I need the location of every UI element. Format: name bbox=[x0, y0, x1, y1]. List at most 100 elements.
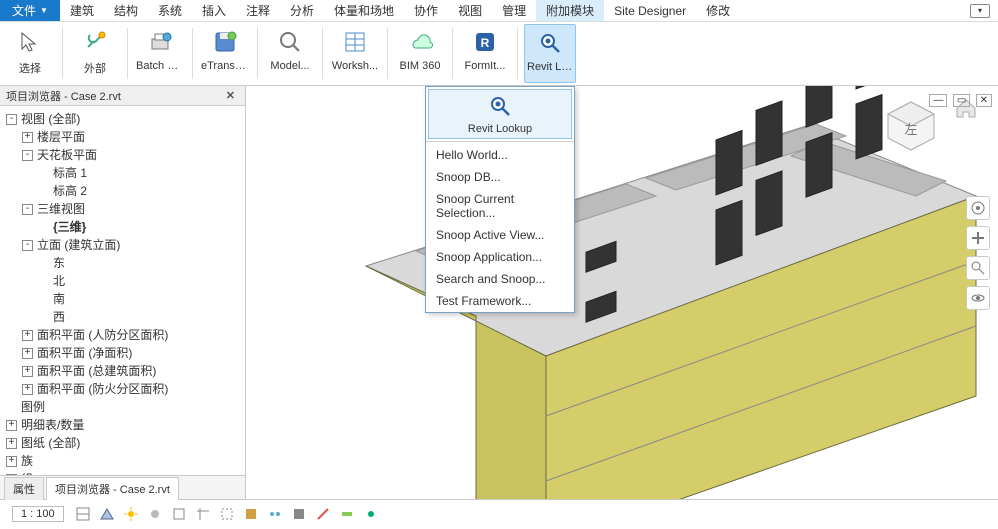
maximize-view-icon[interactable]: ▭ bbox=[953, 94, 970, 107]
menu-systems[interactable]: 系统 bbox=[148, 0, 192, 21]
close-icon[interactable]: ✕ bbox=[222, 89, 239, 102]
temporary-view-icon[interactable] bbox=[290, 505, 308, 523]
menu-analyze[interactable]: 分析 bbox=[280, 0, 324, 21]
select-button[interactable]: 选择 bbox=[4, 24, 56, 83]
menu-architecture[interactable]: 建筑 bbox=[60, 0, 104, 21]
ribbon-collapse-icon[interactable]: ▾ bbox=[970, 4, 990, 18]
external-button[interactable]: 外部 bbox=[69, 24, 121, 83]
sidebar-tabstrip: 属性 项目浏览器 - Case 2.rvt bbox=[0, 475, 245, 499]
tree-node[interactable]: 标高 1 bbox=[2, 164, 243, 182]
menu-test-framework[interactable]: Test Framework... bbox=[426, 290, 574, 312]
shadows-icon[interactable] bbox=[146, 505, 164, 523]
pan-icon[interactable] bbox=[966, 226, 990, 250]
collapse-icon[interactable]: - bbox=[22, 150, 33, 161]
tree-node[interactable]: +面积平面 (总建筑面积) bbox=[2, 362, 243, 380]
tree-node[interactable]: +面积平面 (人防分区面积) bbox=[2, 326, 243, 344]
crop-icon[interactable] bbox=[194, 505, 212, 523]
tab-properties[interactable]: 属性 bbox=[4, 477, 44, 500]
menu-annotate[interactable]: 注释 bbox=[236, 0, 280, 21]
tree-node-label: 西 bbox=[53, 308, 65, 326]
orbit-icon[interactable] bbox=[966, 286, 990, 310]
tree-node[interactable]: -天花板平面 bbox=[2, 146, 243, 164]
hide-isolate-icon[interactable] bbox=[242, 505, 260, 523]
menu-snoop-active-view[interactable]: Snoop Active View... bbox=[426, 224, 574, 246]
tree-node[interactable]: +面积平面 (防火分区面积) bbox=[2, 380, 243, 398]
dropdown-header[interactable]: Revit Lookup bbox=[428, 89, 572, 139]
nav-bar bbox=[966, 196, 994, 316]
tree-node[interactable]: +图纸 (全部) bbox=[2, 434, 243, 452]
menu-sitedesigner[interactable]: Site Designer bbox=[604, 0, 696, 21]
tab-project-browser[interactable]: 项目浏览器 - Case 2.rvt bbox=[46, 477, 179, 500]
reveal-hidden-icon[interactable] bbox=[266, 505, 284, 523]
worksharing-button[interactable]: Worksh... bbox=[329, 24, 381, 83]
formit-icon: R bbox=[469, 26, 501, 58]
expand-icon[interactable]: + bbox=[6, 420, 17, 431]
tree-node[interactable]: + 明细表/数量 bbox=[2, 416, 243, 434]
tree-node[interactable]: -视图 (全部) bbox=[2, 110, 243, 128]
tree-node-label: 三维视图 bbox=[37, 200, 85, 218]
scale-selector[interactable]: 1 : 100 bbox=[12, 506, 64, 522]
analytical-model-icon[interactable] bbox=[314, 505, 332, 523]
expand-icon[interactable]: + bbox=[22, 384, 33, 395]
model-button[interactable]: Model... bbox=[264, 24, 316, 83]
sun-path-icon[interactable] bbox=[122, 505, 140, 523]
visual-style-icon[interactable] bbox=[98, 505, 116, 523]
magnifier-icon bbox=[274, 26, 306, 58]
close-view-icon[interactable]: ✕ bbox=[976, 94, 992, 107]
tree-node[interactable]: +族 bbox=[2, 452, 243, 470]
expand-icon[interactable]: + bbox=[22, 330, 33, 341]
expand-icon[interactable]: + bbox=[6, 438, 17, 449]
disk-icon bbox=[209, 26, 241, 58]
tree-node[interactable]: 标高 2 bbox=[2, 182, 243, 200]
tree-node-label: 明细表/数量 bbox=[21, 416, 84, 434]
menu-modify[interactable]: 修改 bbox=[696, 0, 740, 21]
expand-icon[interactable]: + bbox=[22, 348, 33, 359]
ribbon: 选择 外部 Batch Pr... eTransmit Model... Wor… bbox=[0, 22, 998, 86]
tree-node[interactable]: -立面 (建筑立面) bbox=[2, 236, 243, 254]
tree-node[interactable]: 图例 bbox=[2, 398, 243, 416]
tree-node[interactable]: 北 bbox=[2, 272, 243, 290]
tree-node[interactable]: 西 bbox=[2, 308, 243, 326]
menu-snoop-selection[interactable]: Snoop Current Selection... bbox=[426, 188, 574, 224]
tree-node[interactable]: +面积平面 (净面积) bbox=[2, 344, 243, 362]
steering-wheel-icon[interactable] bbox=[966, 196, 990, 220]
etransmit-button[interactable]: eTransmit bbox=[199, 24, 251, 83]
crop-visible-icon[interactable] bbox=[218, 505, 236, 523]
rendering-icon[interactable] bbox=[170, 505, 188, 523]
menu-manage[interactable]: 管理 bbox=[492, 0, 536, 21]
menu-massing[interactable]: 体量和场地 bbox=[324, 0, 404, 21]
project-tree[interactable]: -视图 (全部)+楼层平面-天花板平面标高 1标高 2-三维视图{三维}-立面 … bbox=[0, 106, 245, 475]
zoom-icon[interactable] bbox=[966, 256, 990, 280]
expand-icon[interactable]: + bbox=[6, 456, 17, 467]
expand-icon[interactable]: + bbox=[22, 366, 33, 377]
menu-collaborate[interactable]: 协作 bbox=[404, 0, 448, 21]
project-browser-titlebar[interactable]: 项目浏览器 - Case 2.rvt ✕ bbox=[0, 86, 245, 106]
highlight-displacement-icon[interactable] bbox=[338, 505, 356, 523]
reveal-constraints-icon[interactable] bbox=[362, 505, 380, 523]
tree-node[interactable]: {三维} bbox=[2, 218, 243, 236]
menu-structure[interactable]: 结构 bbox=[104, 0, 148, 21]
file-menu[interactable]: 文件 bbox=[0, 0, 60, 21]
collapse-icon[interactable]: - bbox=[22, 240, 33, 251]
tree-node[interactable]: 东 bbox=[2, 254, 243, 272]
tree-node[interactable]: +楼层平面 bbox=[2, 128, 243, 146]
batch-print-button[interactable]: Batch Pr... bbox=[134, 24, 186, 83]
collapse-icon[interactable]: - bbox=[6, 114, 17, 125]
tree-node[interactable]: 南 bbox=[2, 290, 243, 308]
bim360-button[interactable]: BIM 360 bbox=[394, 24, 446, 83]
menu-insert[interactable]: 插入 bbox=[192, 0, 236, 21]
menu-hello-world[interactable]: Hello World... bbox=[426, 144, 574, 166]
expand-icon[interactable]: + bbox=[22, 132, 33, 143]
viewport[interactable]: Revit Lookup Hello World... Snoop DB... … bbox=[246, 86, 998, 499]
menu-snoop-db[interactable]: Snoop DB... bbox=[426, 166, 574, 188]
menu-search-snoop[interactable]: Search and Snoop... bbox=[426, 268, 574, 290]
tree-node[interactable]: -三维视图 bbox=[2, 200, 243, 218]
menu-view[interactable]: 视图 bbox=[448, 0, 492, 21]
minimize-view-icon[interactable]: — bbox=[929, 94, 947, 107]
collapse-icon[interactable]: - bbox=[22, 204, 33, 215]
formit-button[interactable]: R FormIt... bbox=[459, 24, 511, 83]
menu-snoop-application[interactable]: Snoop Application... bbox=[426, 246, 574, 268]
revit-lookup-button[interactable]: Revit Lo... bbox=[524, 24, 576, 83]
detail-level-icon[interactable] bbox=[74, 505, 92, 523]
menu-addins[interactable]: 附加模块 bbox=[536, 0, 604, 21]
